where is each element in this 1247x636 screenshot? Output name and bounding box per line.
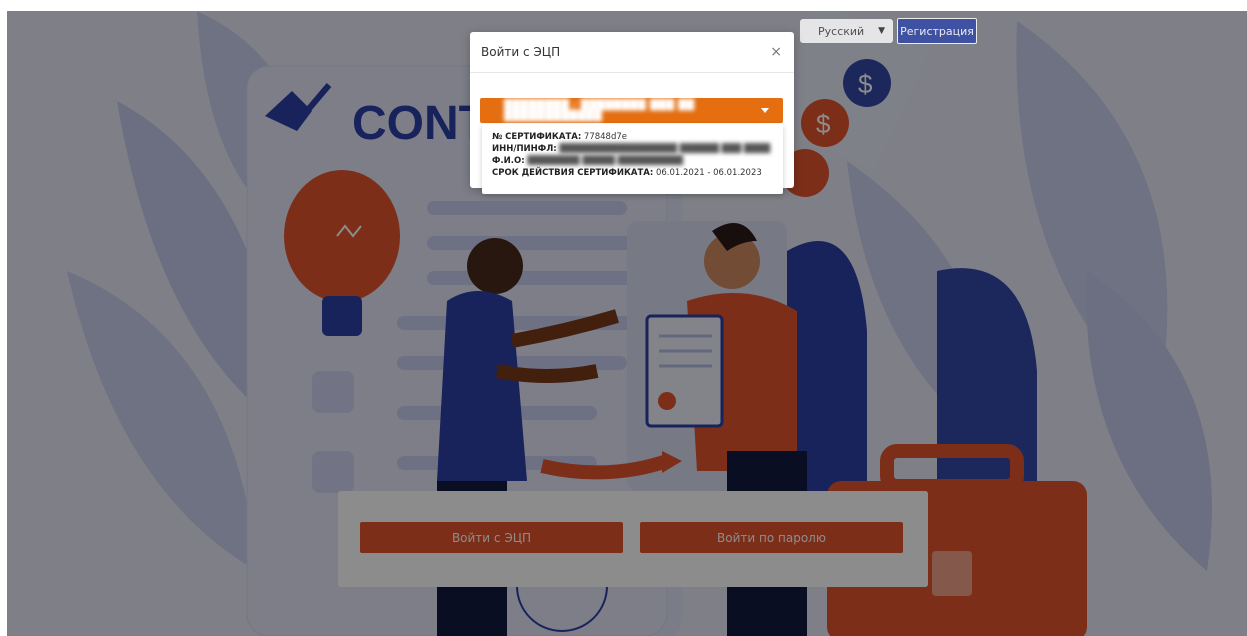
register-button[interactable]: Регистрация <box>897 18 977 44</box>
modal-title: Войти с ЭЦП <box>481 45 561 59</box>
inn-label: ИНН/ПИНФЛ: <box>492 144 557 154</box>
cert-number-row: № СЕРТИФИКАТА: 77848d7e <box>492 131 773 143</box>
certificate-select[interactable]: ████████ / ████████ ███ ██ ████████████ <box>480 98 783 123</box>
inn-value: ██████████████████ ██████ ███ ████ <box>559 144 771 154</box>
fio-row: Ф.И.О: ████████ █████ ██████████ <box>492 155 773 167</box>
fio-label: Ф.И.О: <box>492 156 525 166</box>
modal-header: Войти с ЭЦП × <box>470 32 794 73</box>
cert-number-value: 77848d7e <box>583 132 627 142</box>
language-select[interactable]: Русский ▼ <box>800 19 893 43</box>
validity-row: СРОК ДЕЙСТВИЯ СЕРТИФИКАТА: 06.01.2021 - … <box>492 167 773 179</box>
language-value: Русский <box>818 24 865 38</box>
caret-down-icon <box>761 108 769 113</box>
login-panel-dim <box>338 491 928 587</box>
validity-value: 06.01.2021 - 06.01.2023 <box>655 168 762 178</box>
close-icon[interactable]: × <box>770 44 782 60</box>
certificate-details: № СЕРТИФИКАТА: 77848d7e ИНН/ПИНФЛ: █████… <box>482 124 783 194</box>
inn-row: ИНН/ПИНФЛ: ██████████████████ ██████ ███… <box>492 143 773 155</box>
validity-label: СРОК ДЕЙСТВИЯ СЕРТИФИКАТА: <box>492 168 654 178</box>
fio-value: ████████ █████ ██████████ <box>527 156 684 166</box>
selected-certificate: ████████ / ████████ ███ ██ ████████████ <box>504 99 695 122</box>
cert-number-label: № СЕРТИФИКАТА: <box>492 132 582 142</box>
chevron-down-icon: ▼ <box>878 26 885 36</box>
